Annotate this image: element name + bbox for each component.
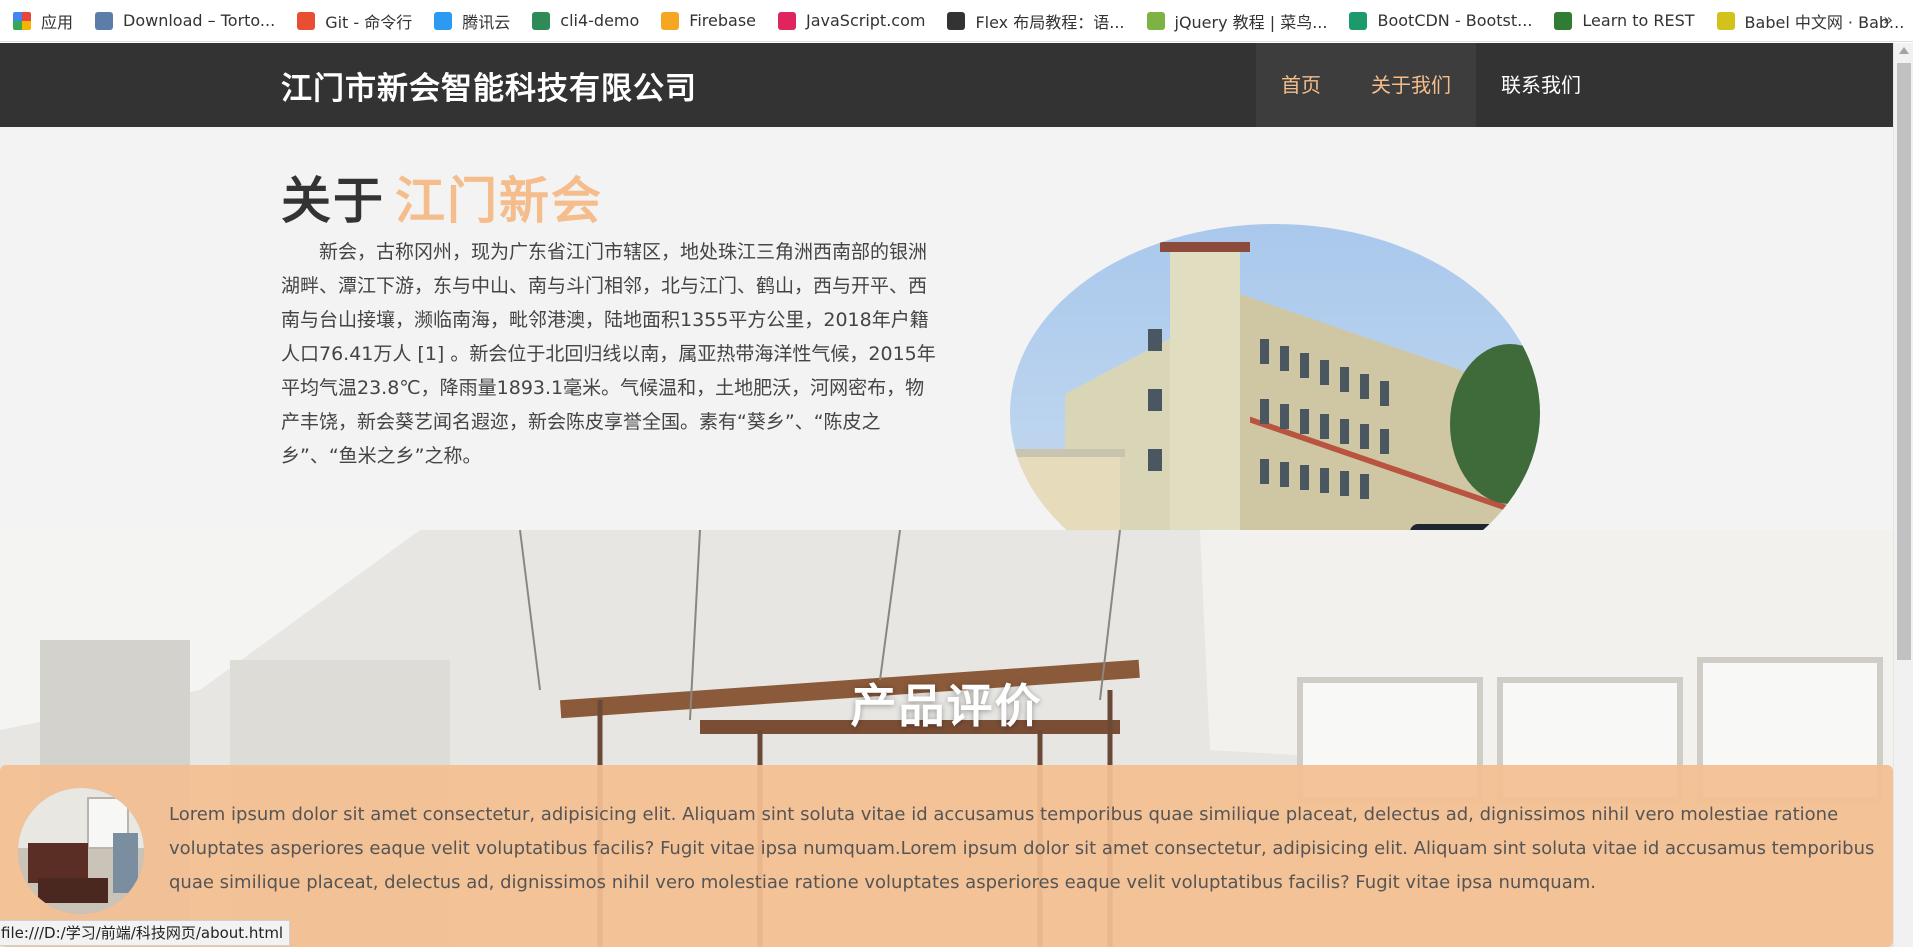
firebase-icon — [661, 11, 680, 30]
about-section: 关于 江门新会 新会，古称冈州，现为广东省江门市辖区，地处珠江三角洲西南部的银洲湖… — [0, 127, 1893, 602]
bookmark-label: 腾讯云 — [462, 12, 511, 32]
bookmark-label: JavaScript.com — [806, 11, 926, 30]
bookmark-item[interactable]: jQuery 教程 | 菜鸟... — [1134, 0, 1337, 41]
bookmark-item[interactable]: Learn to REST — [1541, 0, 1703, 41]
bookmark-item[interactable]: cli4-demo — [519, 0, 648, 41]
bookmark-label: Git - 命令行 — [325, 12, 413, 32]
apps-grid-icon — [13, 11, 31, 30]
bookmarks-overflow-button[interactable]: » — [1883, 0, 1893, 42]
bookmark-item[interactable]: Download – Torto... — [82, 0, 284, 41]
bookmark-label: Flex 布局教程：语... — [975, 12, 1125, 32]
bookmark-item[interactable]: BootCDN - Bootst... — [1336, 0, 1541, 41]
nav-link-about[interactable]: 关于我们 — [1346, 43, 1476, 127]
bookmark-item[interactable]: Flex 布局教程：语... — [934, 0, 1133, 41]
about-paragraph: 新会，古称冈州，现为广东省江门市辖区，地处珠江三角洲西南部的银洲湖畔、潭江下游，… — [281, 241, 936, 467]
bookmark-item[interactable]: JavaScript.com — [765, 0, 934, 41]
bookmark-label: cli4-demo — [560, 11, 640, 30]
git-icon — [297, 11, 316, 30]
bookmark-item[interactable]: Babel 中文网 · Bab... — [1704, 0, 1913, 41]
review-text: Lorem ipsum dolor sit amet consectetur, … — [169, 804, 1875, 893]
nav-link-home[interactable]: 首页 — [1256, 43, 1346, 127]
javascript-icon — [778, 11, 796, 30]
reviewer-avatar — [18, 788, 144, 914]
bookmark-label: jQuery 教程 | 菜鸟... — [1174, 12, 1328, 32]
bookmark-label: Firebase — [689, 11, 756, 30]
about-heading-prefix: 关于 — [281, 172, 385, 230]
site-nav: 首页 关于我们 联系我们 — [1256, 43, 1606, 127]
reviews-heading: 产品评价 — [850, 679, 1043, 733]
scroll-thumb[interactable] — [1897, 63, 1911, 660]
bookmark-label: Download – Torto... — [123, 11, 276, 30]
about-heading-accent: 江门新会 — [395, 172, 603, 230]
page-scrollbar[interactable] — [1893, 43, 1913, 947]
babel-icon — [1716, 11, 1735, 30]
bookmark-label: Babel 中文网 · Bab... — [1744, 12, 1905, 32]
nav-link-contact[interactable]: 联系我们 — [1476, 43, 1606, 127]
scroll-up-arrow-icon[interactable] — [1899, 47, 1909, 54]
tencent-cloud-icon — [434, 11, 453, 30]
bookmark-item[interactable]: 腾讯云 — [421, 0, 519, 41]
ruanyifeng-icon — [947, 11, 966, 30]
bookmark-label: BootCDN - Bootst... — [1377, 11, 1533, 30]
site-brand[interactable]: 江门市新会智能科技有限公司 — [281, 63, 697, 108]
bootcdn-icon — [1349, 11, 1368, 30]
site-navbar: 江门市新会智能科技有限公司 首页 关于我们 联系我们 — [0, 43, 1893, 127]
about-heading: 关于 江门新会 — [281, 161, 603, 233]
rest-icon — [1554, 11, 1573, 30]
page-viewport: 江门市新会智能科技有限公司 首页 关于我们 联系我们 关于 江门新会 新会，古称冈… — [0, 43, 1893, 947]
status-bar-url: file:///D:/学习/前端/科技网页/about.html — [0, 920, 291, 946]
vue-icon — [532, 11, 551, 30]
bookmark-item[interactable]: 应用 — [0, 0, 82, 41]
bookmark-item[interactable]: Git - 命令行 — [284, 0, 421, 41]
tortoise-icon — [95, 11, 114, 30]
runoob-icon — [1146, 11, 1165, 30]
bookmark-label: 应用 — [41, 12, 74, 32]
bookmark-label: Learn to REST — [1582, 11, 1695, 30]
bookmarks-bar: 应用 Download – Torto... Git - 命令行 腾讯云 cli4-de… — [0, 0, 1913, 42]
bookmark-item[interactable]: Firebase — [648, 0, 765, 41]
